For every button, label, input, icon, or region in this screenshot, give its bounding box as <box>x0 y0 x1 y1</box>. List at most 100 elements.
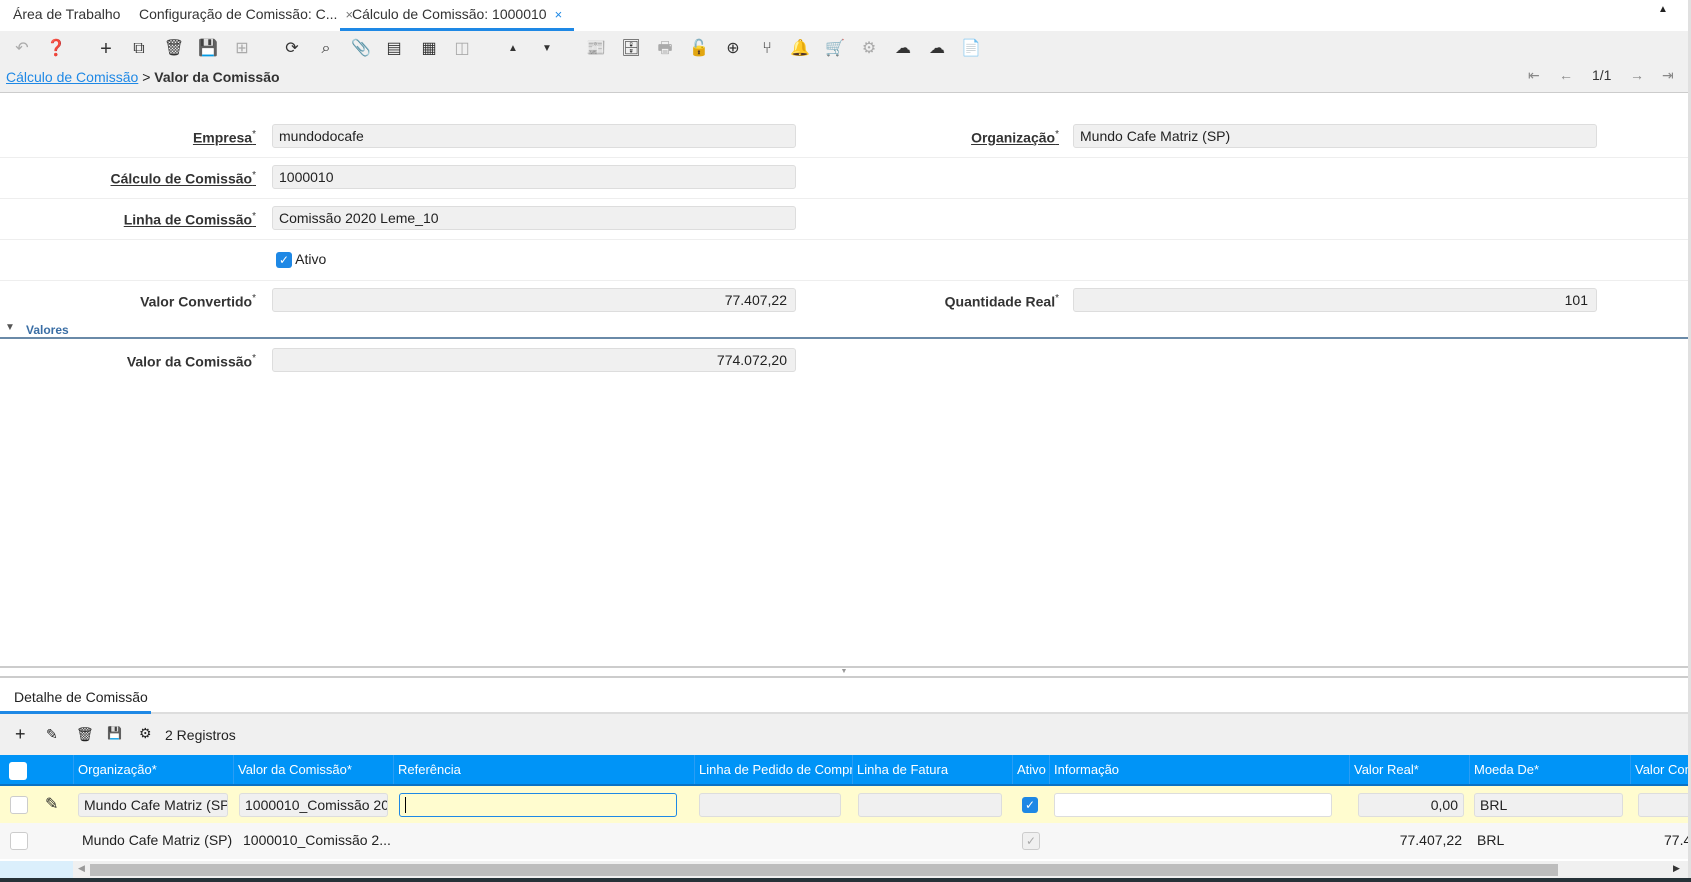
check-icon: ✓ <box>276 252 292 268</box>
scrollbar-thumb[interactable] <box>90 864 1558 876</box>
form-row-ativo: ✓ Ativo <box>0 240 1688 281</box>
col-valor-comissao[interactable]: Valor da Comissão* <box>233 755 393 784</box>
print-icon[interactable]: 🖶 <box>653 37 677 61</box>
edit-row-icon[interactable]: ✎ <box>45 794 58 814</box>
linha-field[interactable]: Comissão 2020 Leme_10 <box>272 206 796 230</box>
undo-icon[interactable]: ↶ <box>10 37 34 61</box>
moeda-cell: BRL <box>1477 832 1505 848</box>
report-icon[interactable]: 📰 <box>584 37 608 61</box>
valor-comissao-label: Valor da Comissão* <box>126 353 256 370</box>
note-icon[interactable]: ▤ <box>382 37 406 61</box>
col-valor-real[interactable]: Valor Real* <box>1349 755 1469 784</box>
scroll-left-icon[interactable]: ◀ <box>78 863 85 874</box>
workflow-icon[interactable]: ⑂ <box>755 37 779 61</box>
col-ativo[interactable]: Ativo <box>1012 755 1049 784</box>
tab-commission-config[interactable]: Configuração de Comissão: C... × <box>139 3 353 31</box>
save-icon[interactable]: 💾 <box>107 726 122 740</box>
close-icon[interactable]: × <box>555 7 563 22</box>
col-valor-con[interactable]: Valor Con <box>1630 755 1688 784</box>
col-referencia[interactable]: Referência <box>393 755 694 784</box>
toolbar: ↶ ❓ + ⧉ 🗑 💾 ⊞ ⟳ ⌕ 📎 ▤ ▦ ◫ ▲ ▼ 📰 🗄 🖶 🔓 ⊕ … <box>0 31 1691 93</box>
add-icon[interactable]: + <box>15 724 26 745</box>
valor-cell-input[interactable]: 1000010_Comissão 202 <box>239 793 388 817</box>
calculo-field[interactable]: 1000010 <box>272 165 796 189</box>
last-record-icon[interactable]: ⇥ <box>1662 67 1674 84</box>
document-icon[interactable]: 📄 <box>959 37 983 61</box>
section-valores[interactable]: ▼ Valores <box>0 322 1688 339</box>
informacao-input[interactable] <box>1054 793 1332 817</box>
organizacao-label[interactable]: Organização* <box>971 129 1059 146</box>
save-new-icon[interactable]: ⊞ <box>230 37 254 61</box>
copy-icon[interactable]: ⧉ <box>127 37 151 61</box>
tab-label: Cálculo de Comissão: 1000010 <box>352 6 547 22</box>
breadcrumb-current: Valor da Comissão <box>154 69 280 85</box>
gear-icon[interactable]: ⚙ <box>139 725 152 742</box>
valor-con-input[interactable] <box>1638 793 1688 817</box>
find-icon[interactable]: ⌕ <box>314 37 338 61</box>
alert-icon[interactable]: 🔔 <box>788 37 812 61</box>
edit-icon[interactable]: ✎ <box>46 726 58 743</box>
quantidade-real-field[interactable]: 101 <box>1073 288 1597 312</box>
linha-pedido-input[interactable] <box>699 793 841 817</box>
referencia-input[interactable] <box>399 793 677 817</box>
zoom-across-icon[interactable]: ⊕ <box>721 37 745 61</box>
ativo-checkbox[interactable]: ✓ Ativo <box>276 251 326 268</box>
splitter[interactable]: ▼ <box>0 666 1688 678</box>
previous-record-icon[interactable]: ▲ <box>501 37 525 61</box>
new-icon[interactable]: + <box>94 37 118 61</box>
save-icon[interactable]: 💾 <box>196 37 220 61</box>
help-icon[interactable]: ❓ <box>44 37 68 61</box>
valor-comissao-field[interactable]: 774.072,20 <box>272 348 796 372</box>
org-cell-input[interactable]: Mundo Cafe Matriz (SP) <box>78 793 228 817</box>
cart-icon[interactable]: 🛒 <box>823 37 847 61</box>
moeda-input[interactable]: BRL <box>1474 793 1623 817</box>
delete-icon[interactable]: 🗑 <box>76 726 94 743</box>
tab-workspace[interactable]: Área de Trabalho <box>13 3 120 31</box>
process-gear-icon[interactable]: ⚙ <box>857 37 881 61</box>
tab-detalhe-comissao[interactable]: Detalhe de Comissão <box>0 680 151 714</box>
upload-icon[interactable]: ☁ <box>925 37 949 61</box>
calculo-label[interactable]: Cálculo de Comissão* <box>111 170 257 187</box>
bottom-bar <box>0 878 1691 882</box>
detail-tabbar: Detalhe de Comissão <box>0 680 1688 714</box>
col-moeda[interactable]: Moeda De* <box>1469 755 1630 784</box>
breadcrumb-parent-link[interactable]: Cálculo de Comissão <box>6 69 138 85</box>
record-count: 2 Registros <box>165 727 236 743</box>
ativo-checkbox[interactable]: ✓ <box>1022 796 1038 813</box>
attachment-icon[interactable]: 📎 <box>349 37 373 61</box>
next-record-icon[interactable]: ▼ <box>535 37 559 61</box>
refresh-icon[interactable]: ⟳ <box>280 37 304 61</box>
valor-real-input[interactable]: 0,00 <box>1358 793 1464 817</box>
tab-commission-calc[interactable]: Cálculo de Comissão: 1000010 × <box>340 3 575 31</box>
tab-label: Área de Trabalho <box>13 6 121 22</box>
next-record-icon[interactable]: → <box>1630 67 1644 83</box>
col-linha-fatura[interactable]: Linha de Fatura <box>852 755 1012 784</box>
collapse-icon[interactable]: ▲ <box>1658 4 1668 15</box>
first-record-icon[interactable]: ⇤ <box>1528 67 1540 84</box>
col-organizacao[interactable]: Organização* <box>73 755 233 784</box>
form-row-valor: Valor Convertido* 77.407,22 Quantidade R… <box>0 281 1688 322</box>
download-icon[interactable]: ☁ <box>891 37 915 61</box>
archive-icon[interactable]: 🗄 <box>619 37 643 61</box>
check-icon: ✓ <box>1022 797 1038 813</box>
empresa-field[interactable]: mundodocafe <box>272 124 796 148</box>
empresa-label[interactable]: Empresa* <box>193 129 256 146</box>
select-all-checkbox[interactable] <box>9 762 27 780</box>
horizontal-scrollbar[interactable]: ◀ ▶ <box>0 861 1688 878</box>
scroll-right-icon[interactable]: ▶ <box>1673 863 1680 874</box>
delete-icon[interactable]: 🗑 <box>162 37 186 61</box>
linha-fatura-input[interactable] <box>858 793 1002 817</box>
quantidade-real-label: Quantidade Real* <box>944 293 1059 310</box>
lock-icon[interactable]: 🔓 <box>687 37 711 61</box>
col-linha-pedido[interactable]: Linha de Pedido de Compra <box>694 755 852 784</box>
row-checkbox[interactable] <box>10 832 28 850</box>
split-icon[interactable]: ◫ <box>450 37 474 61</box>
col-informacao[interactable]: Informação <box>1049 755 1349 784</box>
linha-label[interactable]: Linha de Comissão* <box>124 211 256 228</box>
organizacao-field[interactable]: Mundo Cafe Matriz (SP) <box>1073 124 1597 148</box>
prev-record-icon[interactable]: ← <box>1559 67 1573 83</box>
valor-convertido-field[interactable]: 77.407,22 <box>272 288 796 312</box>
table-row[interactable]: Mundo Cafe Matriz (SP) 1000010_Comissão … <box>0 823 1688 859</box>
row-checkbox[interactable] <box>10 796 28 814</box>
grid-toggle-icon[interactable]: ▦ <box>417 37 441 61</box>
